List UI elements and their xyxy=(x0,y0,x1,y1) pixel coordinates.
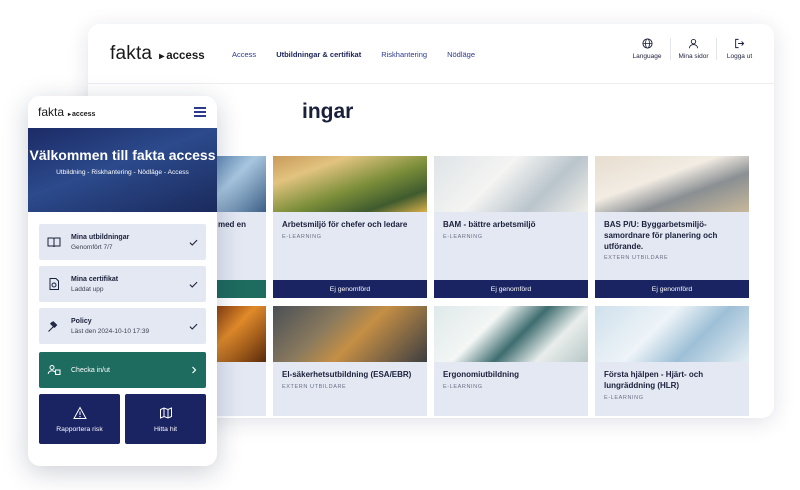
course-status: Ej genomförd xyxy=(434,280,588,298)
globe-icon xyxy=(641,38,653,49)
welcome-hero: Välkommen till fakta access Utbildning -… xyxy=(28,128,217,212)
mobile-brand-product: access xyxy=(68,111,95,118)
course-type: E-LEARNING xyxy=(443,233,483,240)
certificate-icon xyxy=(49,278,59,290)
page-title: ingar xyxy=(302,100,354,123)
course-image xyxy=(595,156,749,212)
course-image xyxy=(434,156,588,212)
check-in-out-label: Checka in/ut xyxy=(71,366,110,374)
mobile-brand-logo[interactable]: fakta access xyxy=(38,105,95,119)
item-subtitle: Läst den 2024-10-10 17:39 xyxy=(71,327,150,335)
item-title: Mina certifikat xyxy=(71,275,119,283)
nav-access[interactable]: Access xyxy=(232,50,256,59)
my-courses-item[interactable]: Mina utbildningar Genomfört 7/7 xyxy=(39,224,206,260)
nav-nodlage[interactable]: Nödläge xyxy=(447,50,475,59)
course-title: BAS P/U: Byggarbetsmiljö-samordnare för … xyxy=(604,220,718,251)
mobile-brand-name: fakta xyxy=(38,105,65,119)
header-tools: Language Mina sidor Logga ut xyxy=(624,38,762,60)
brand-logo[interactable]: fakta access xyxy=(110,43,205,65)
checkmark-icon xyxy=(189,281,198,288)
logout-label: Logga ut xyxy=(726,53,753,60)
mobile-app: fakta access Välkommen till fakta access… xyxy=(28,96,217,466)
find-here-label: Hitta hit xyxy=(153,425,178,433)
course-type: E-LEARNING xyxy=(282,233,322,240)
course-type: E-LEARNING xyxy=(604,394,644,401)
course-type: EXTERN UTBILDARE xyxy=(604,255,669,262)
report-risk-label: Rapportera risk xyxy=(56,425,103,433)
course-card[interactable]: Arbetsmiljö för chefer och ledare E-LEAR… xyxy=(273,156,427,298)
language-label: Language xyxy=(632,53,662,60)
course-title: Första hjälpen - Hjärt- och lungräddning… xyxy=(604,370,704,390)
brand-name: fakta xyxy=(110,43,153,64)
nav-riskhantering[interactable]: Riskhantering xyxy=(381,50,427,59)
chevron-right-icon xyxy=(192,366,197,374)
checkmark-icon xyxy=(189,323,198,330)
user-icon xyxy=(688,39,699,49)
course-card[interactable]: BAM - bättre arbetsmiljö E-LEARNING Ej g… xyxy=(434,156,588,298)
course-image xyxy=(434,306,588,362)
item-title: Mina utbildningar xyxy=(71,233,130,241)
nav-utbildningar[interactable]: Utbildningar & certifikat xyxy=(276,50,361,59)
course-title: Arbetsmiljö för chefer och ledare xyxy=(282,220,408,229)
course-title: BAM - bättre arbetsmiljö xyxy=(443,220,536,229)
find-here-button[interactable]: Hitta hit xyxy=(125,394,206,444)
logout-icon xyxy=(735,38,745,49)
my-certificates-item[interactable]: Mina certifikat Laddat upp xyxy=(39,266,206,302)
warning-icon xyxy=(72,405,87,419)
course-image xyxy=(595,306,749,362)
course-card[interactable]: Första hjälpen - Hjärt- och lungräddning… xyxy=(595,306,749,416)
course-title: El-säkerhetsutbildning (ESA/EBR) xyxy=(282,370,412,379)
my-pages-button[interactable]: Mina sidor xyxy=(670,38,716,60)
course-image xyxy=(273,156,427,212)
hero-title: Välkommen till fakta access xyxy=(29,147,216,163)
checkmark-icon xyxy=(189,239,198,246)
language-button[interactable]: Language xyxy=(624,38,670,60)
hamburger-menu-icon[interactable] xyxy=(194,107,206,117)
item-subtitle: Laddat upp xyxy=(71,285,104,293)
course-status: Ej genomförd xyxy=(595,280,749,298)
top-navigation-bar: fakta access Access Utbildningar & certi… xyxy=(88,24,774,84)
my-pages-label: Mina sidor xyxy=(678,53,709,60)
people-icon xyxy=(47,365,61,375)
mobile-header: fakta access xyxy=(28,96,217,128)
course-card[interactable]: BAS P/U: Byggarbetsmiljö-samordnare för … xyxy=(595,156,749,298)
course-card[interactable]: Ergonomiutbildning E-LEARNING xyxy=(434,306,588,416)
course-grid: med en Arbetsmiljö för chefer och ledare… xyxy=(158,156,749,416)
course-image xyxy=(273,306,427,362)
policy-item[interactable]: Policy Läst den 2024-10-10 17:39 xyxy=(39,308,206,344)
map-icon xyxy=(159,406,172,419)
item-subtitle: Genomfört 7/7 xyxy=(71,243,113,251)
book-icon xyxy=(47,237,61,248)
main-nav: Access Utbildningar & certifikat Riskhan… xyxy=(232,50,475,59)
gavel-icon xyxy=(48,321,58,332)
brand-product: access xyxy=(159,50,204,62)
course-type: EXTERN UTBILDARE xyxy=(282,383,347,390)
course-title: Ergonomiutbildning xyxy=(443,370,519,379)
item-title: Policy xyxy=(71,317,92,325)
course-status: Ej genomförd xyxy=(273,280,427,298)
course-card[interactable]: El-säkerhetsutbildning (ESA/EBR) EXTERN … xyxy=(273,306,427,416)
logout-button[interactable]: Logga ut xyxy=(716,38,762,60)
check-in-out-button[interactable]: Checka in/ut xyxy=(39,352,206,388)
hero-subtitle: Utbildning - Riskhantering - Nödläge - A… xyxy=(56,169,189,177)
report-risk-button[interactable]: Rapportera risk xyxy=(39,394,120,444)
course-type: E-LEARNING xyxy=(443,383,483,390)
